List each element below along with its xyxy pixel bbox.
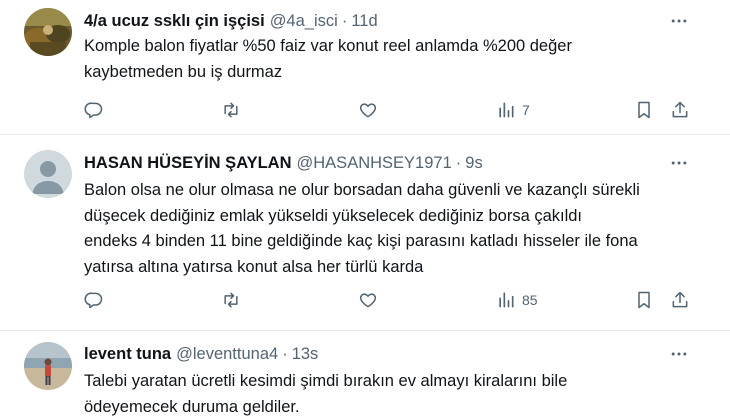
tweet[interactable]: levent tuna @leventtuna4 · 13s Talebi ya… [0, 332, 730, 420]
like-button[interactable] [358, 98, 378, 122]
more-button[interactable] [668, 10, 690, 32]
tweet-header: levent tuna @leventtuna4 · 13s [84, 343, 318, 365]
views-button[interactable]: 85 [496, 288, 538, 312]
views-button[interactable]: 7 [496, 98, 530, 122]
display-name[interactable]: levent tuna [84, 345, 171, 364]
avatar[interactable] [24, 150, 72, 198]
more-button[interactable] [668, 343, 690, 365]
reply-button[interactable] [84, 98, 104, 122]
photo-avatar-icon [24, 8, 72, 56]
action-bar: 7 [0, 98, 730, 122]
retweet-button[interactable] [221, 288, 241, 312]
retweet-icon [224, 102, 238, 118]
more-dots-icon [671, 161, 687, 165]
reply-icon [84, 292, 103, 309]
tweet-text-line: Komple balon fiyatlar %50 faiz var konut… [84, 37, 572, 55]
views-count: 7 [522, 102, 530, 118]
timestamp[interactable]: 11d [351, 12, 377, 31]
bookmark-button[interactable] [634, 288, 654, 312]
more-dots-icon [671, 352, 687, 356]
default-profile-avatar-icon [24, 150, 72, 198]
more-button[interactable] [668, 152, 690, 174]
display-name[interactable]: 4/a ucuz ssklı çin işçisi [84, 12, 265, 31]
tweet-text-line: endeks 4 binden 11 bine geldiğinde kaç k… [84, 232, 638, 250]
tweet[interactable]: HASAN HÜSEYİN ŞAYLAN @HASANHSEY1971 · 9s… [0, 136, 730, 331]
display-name[interactable]: HASAN HÜSEYİN ŞAYLAN [84, 154, 292, 173]
tweet-text: Talebi yaratan ücretli kesimdi şimdi bır… [84, 369, 704, 420]
more-dots-icon [671, 19, 687, 23]
tweet-text-line: kaybetmeden bu iş durmaz [84, 62, 283, 81]
separator-dot: · [455, 153, 462, 172]
user-handle[interactable]: @leventtuna4 [176, 345, 278, 364]
tweet-header: 4/a ucuz ssklı çin işçisi @4a_isci · 11d [84, 10, 378, 32]
retweet-icon [224, 292, 238, 308]
tweet-text: Balon olsa ne olur olmasa ne olur borsad… [84, 178, 704, 280]
share-icon [672, 101, 688, 118]
share-button[interactable] [670, 288, 690, 312]
beach-photo-avatar-icon [24, 342, 72, 390]
reply-icon [84, 102, 103, 119]
tweet-text-line: ödeyemecek duruma geldiler. [84, 397, 300, 416]
tweet-text: Komple balon fiyatlar %50 faiz var konut… [84, 34, 704, 85]
like-button[interactable] [358, 288, 378, 312]
timestamp[interactable]: 13s [292, 345, 319, 364]
avatar[interactable] [24, 8, 72, 56]
separator-dot: · [282, 344, 288, 363]
views-chart-icon [499, 292, 514, 308]
user-handle[interactable]: @HASANHSEY1971 [297, 154, 452, 173]
separator-dot: · [341, 11, 348, 30]
bookmark-icon [638, 101, 650, 119]
avatar[interactable] [24, 342, 72, 390]
share-button[interactable] [670, 98, 690, 122]
views-count: 85 [522, 292, 538, 308]
share-icon [672, 291, 688, 308]
retweet-button[interactable] [221, 98, 241, 122]
heart-icon [359, 103, 377, 118]
heart-icon [359, 293, 377, 308]
tweet-text-line: düşecek dediğiniz emlak yükseldi yüksele… [84, 206, 583, 225]
tweet-text-line: yatırsa altına yatırsa konut alsa her tü… [84, 257, 424, 276]
tweet[interactable]: 4/a ucuz ssklı çin işçisi @4a_isci · 11d… [0, 0, 730, 135]
bookmark-button[interactable] [634, 98, 654, 122]
views-chart-icon [499, 102, 514, 118]
tweet-header: HASAN HÜSEYİN ŞAYLAN @HASANHSEY1971 · 9s [84, 152, 483, 174]
action-bar: 85 [0, 288, 730, 312]
reply-button[interactable] [84, 288, 104, 312]
tweet-text-line: Balon olsa ne olur olmasa ne olur borsad… [84, 181, 640, 199]
tweet-text-line: Talebi yaratan ücretli kesimdi şimdi bır… [84, 372, 568, 390]
user-handle[interactable]: @4a_isci [270, 12, 338, 31]
timestamp[interactable]: 9s [465, 154, 482, 173]
bookmark-icon [638, 291, 650, 309]
